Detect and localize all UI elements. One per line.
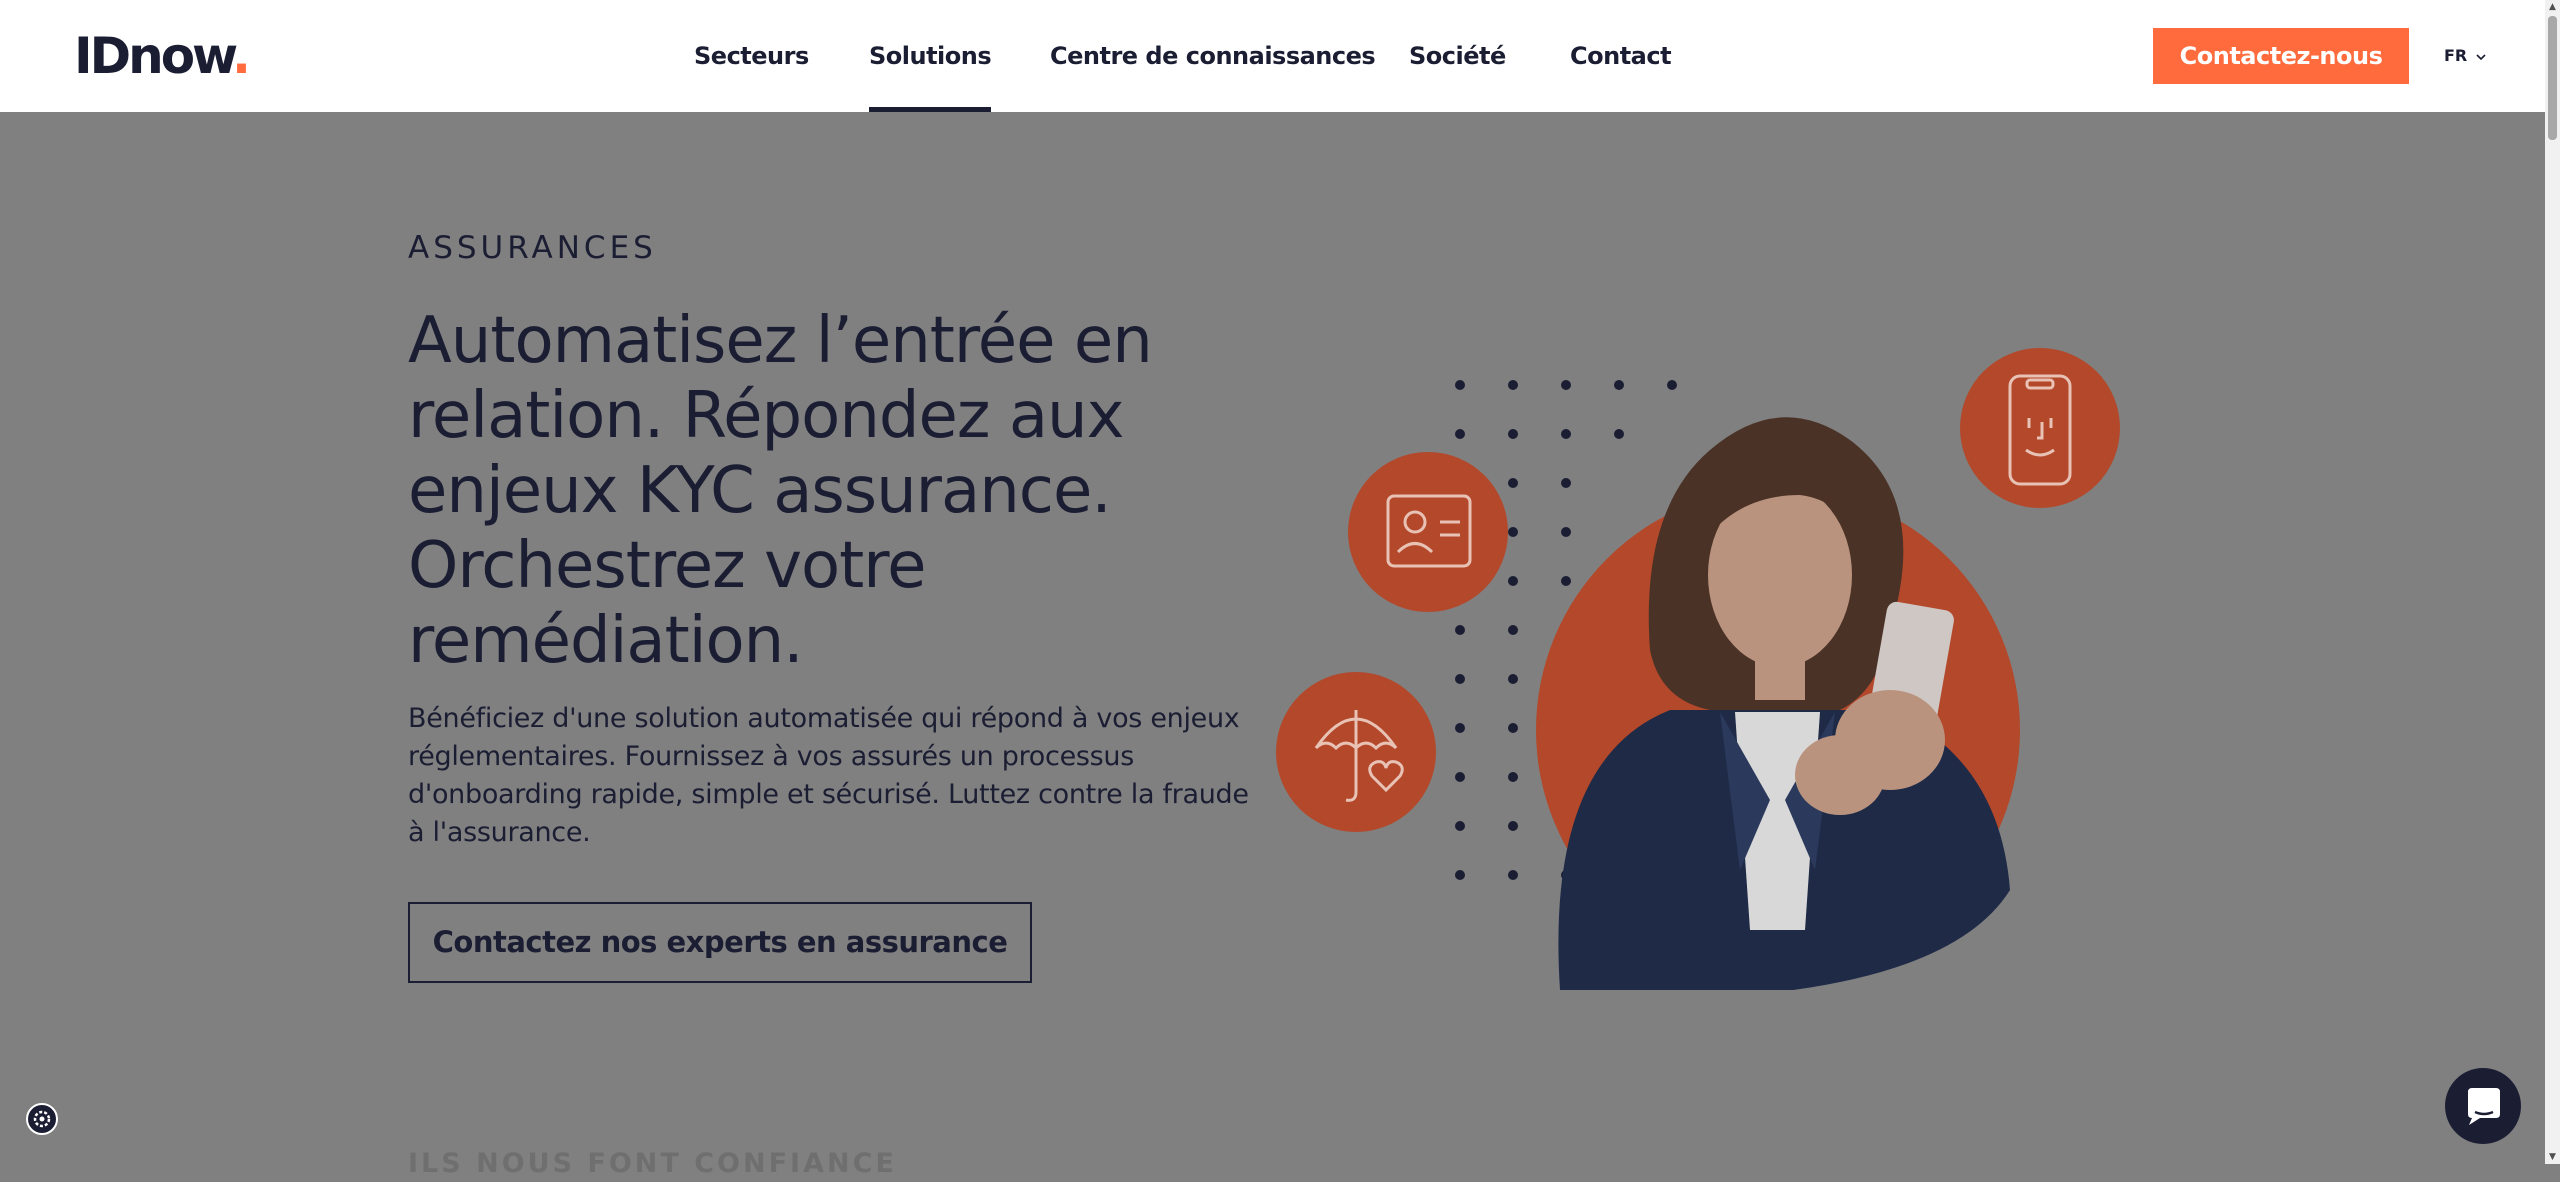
nav-item-centre-de-connaissances[interactable]: Centre de connaissances [1050, 0, 1376, 112]
scrollbar-thumb[interactable] [2548, 16, 2557, 140]
nav-item-solutions-label: Solutions [869, 42, 992, 70]
phone-face-icon [1960, 348, 2120, 508]
nav-item-contact[interactable]: Contact [1570, 0, 1672, 112]
umbrella-heart-icon [1276, 672, 1436, 832]
page-scrollbar[interactable] [2545, 0, 2560, 1164]
logo-text: IDnow [74, 27, 235, 85]
nav-item-secteurs[interactable]: Secteurs [694, 0, 809, 112]
active-nav-indicator [869, 107, 992, 112]
cookie-settings-button[interactable] [26, 1103, 58, 1135]
top-navigation-bar: IDnow. Secteurs Solutions Centre de conn… [0, 0, 2545, 112]
nav-item-societe[interactable]: Société [1409, 0, 1506, 112]
id-card-icon [1348, 452, 1508, 612]
trust-section-title: ILS NOUS FONT CONFIANCE [408, 1148, 897, 1179]
language-label: FR [2444, 46, 2468, 65]
scroll-down-arrow[interactable]: ▼ [2545, 1150, 2560, 1164]
logo-dot: . [232, 27, 251, 85]
hero-headline: Automatisez l’entrée en relation. Répond… [408, 304, 1153, 678]
scroll-up-arrow[interactable]: ▲ [2545, 0, 2560, 14]
cookie-settings-icon [33, 1110, 51, 1128]
contact-insurance-experts-button[interactable]: Contactez nos experts en assurance [408, 902, 1032, 983]
chat-launcher-button[interactable] [2445, 1068, 2521, 1144]
section-eyebrow: ASSURANCES [408, 230, 657, 266]
language-selector[interactable]: FR [2444, 43, 2487, 69]
hero-description: Bénéficiez d'une solution automatisée qu… [408, 703, 1249, 848]
nav-item-solutions[interactable]: Solutions [869, 0, 992, 112]
idnow-logo[interactable]: IDnow. [74, 26, 251, 86]
contact-us-button[interactable]: Contactez-nous [2153, 28, 2409, 84]
hero-illustration [1276, 348, 2120, 990]
chat-icon [2468, 1088, 2500, 1125]
chevron-down-icon [2476, 53, 2486, 60]
